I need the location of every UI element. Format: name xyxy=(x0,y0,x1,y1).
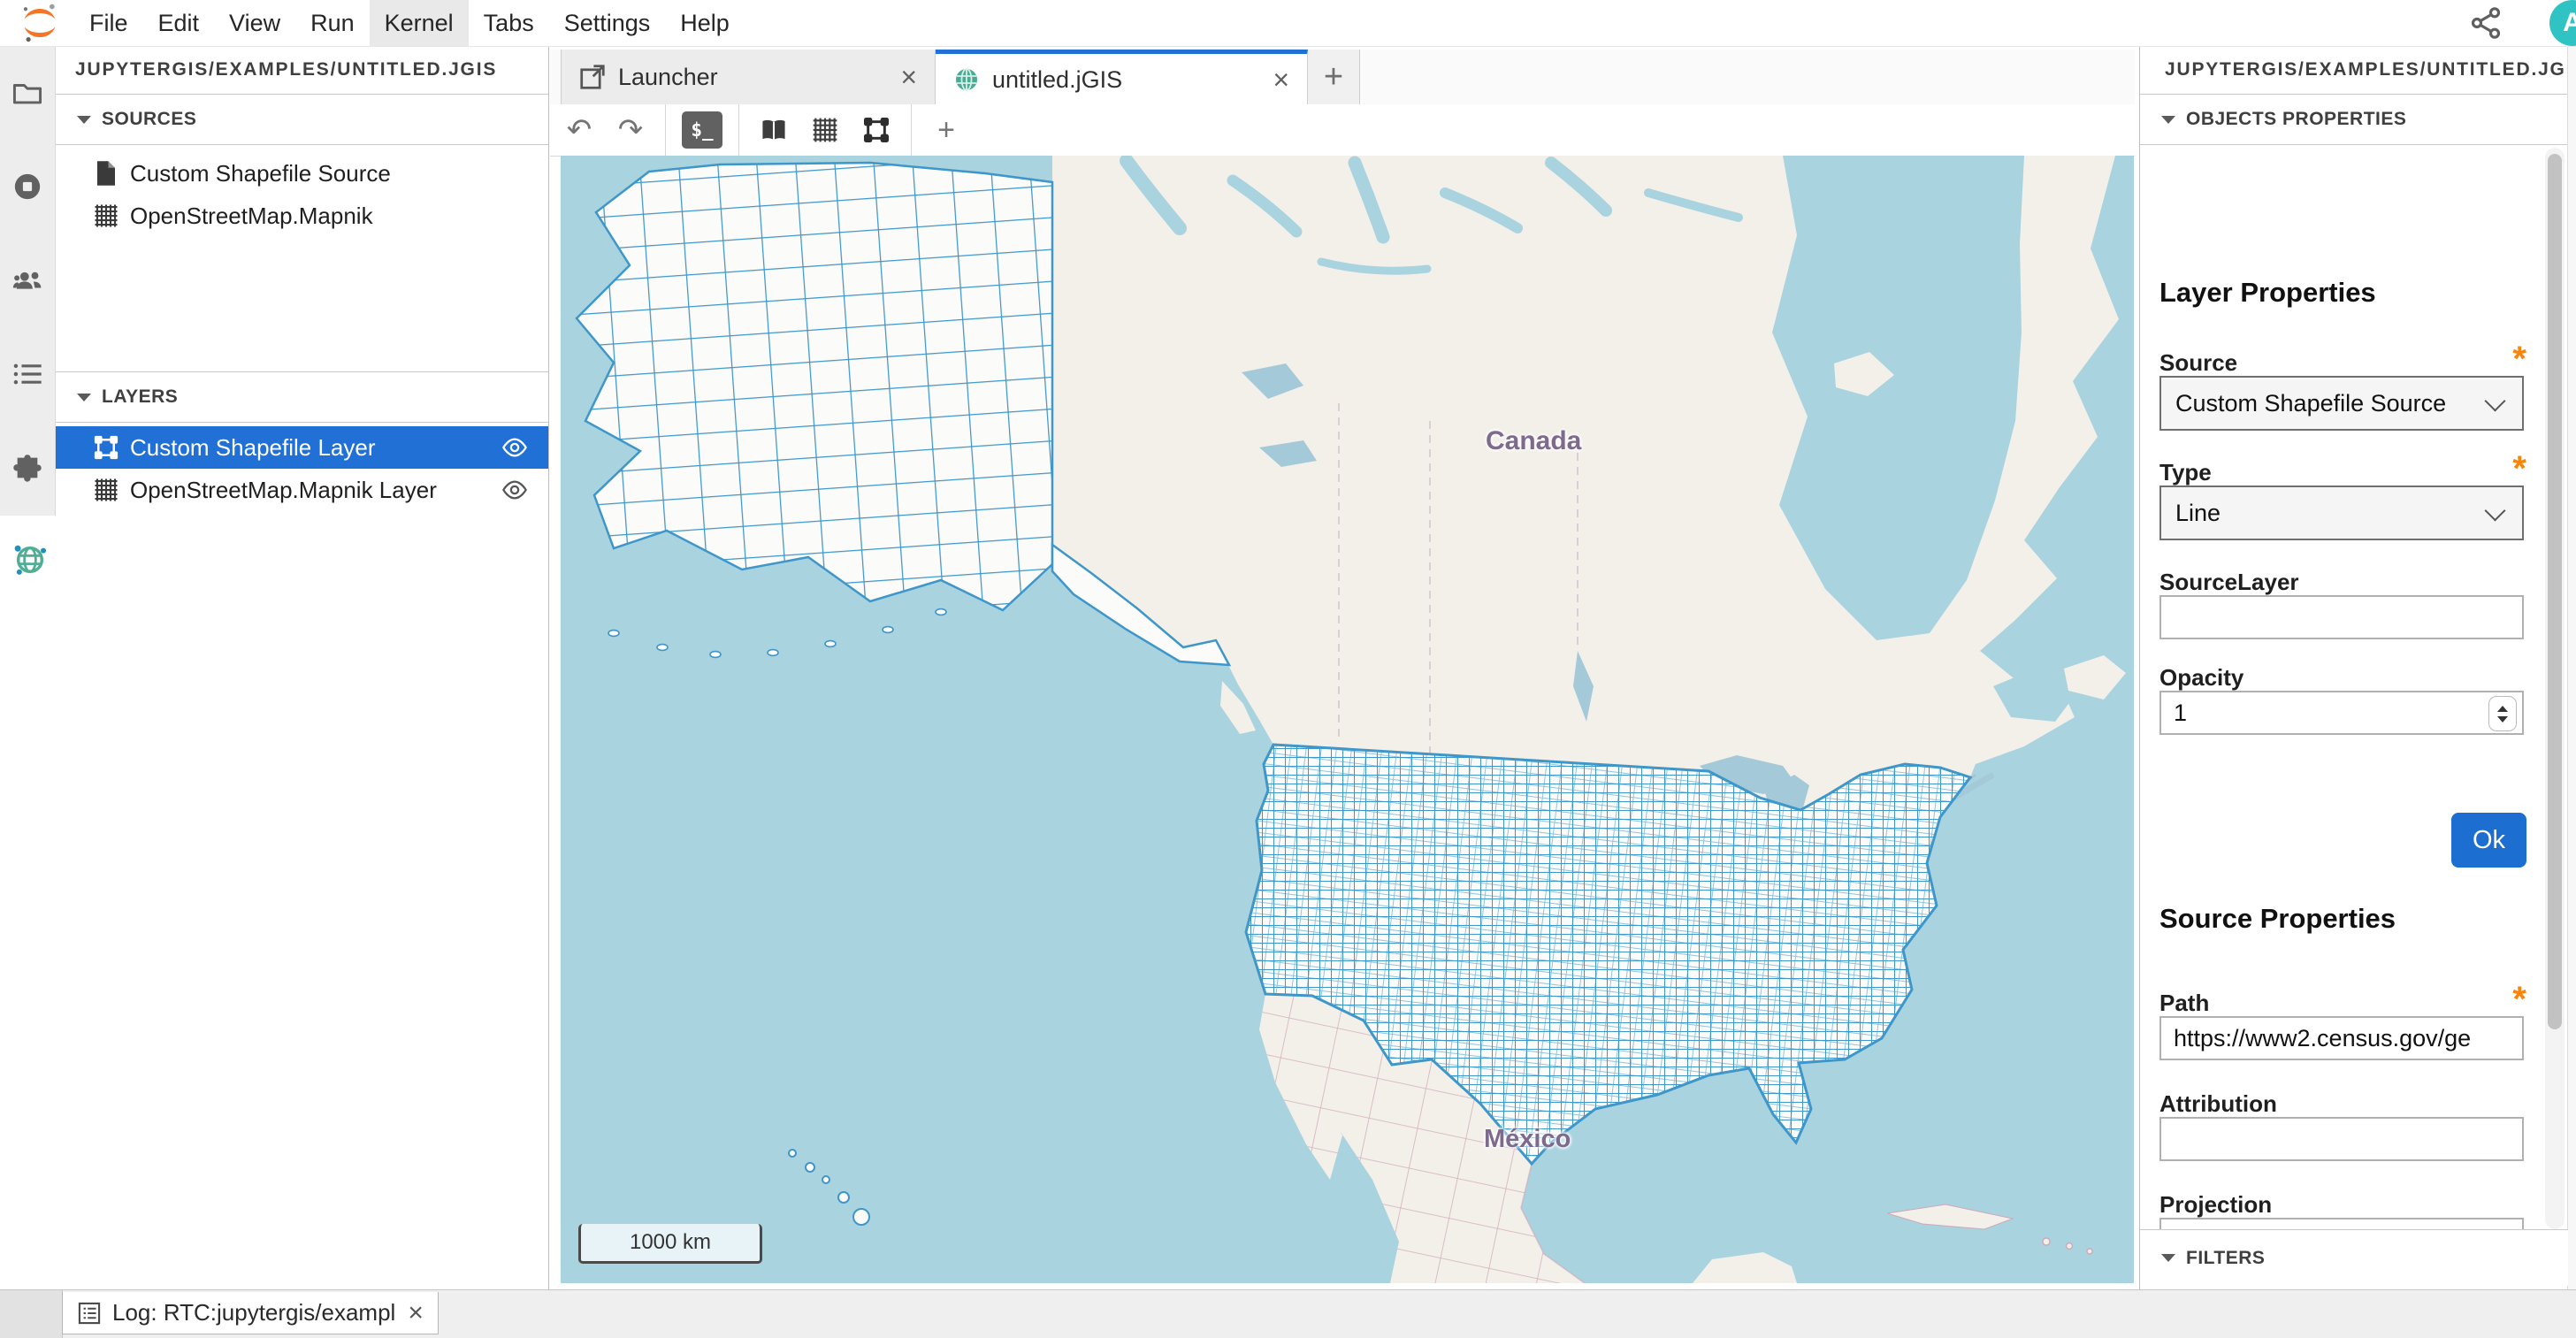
visibility-eye-icon[interactable] xyxy=(501,480,529,500)
chevron-down-icon xyxy=(2484,500,2505,521)
collaborators-icon[interactable] xyxy=(0,233,55,327)
jupyter-logo-icon xyxy=(21,3,58,43)
window-scrollbar-track[interactable] xyxy=(2567,0,2576,1337)
map-label-canada: Canada xyxy=(1486,426,1581,456)
vector-square-icon xyxy=(93,434,119,461)
layer-item-openstreetmap[interactable]: OpenStreetMap.Mapnik Layer xyxy=(56,469,548,511)
type-field-label: Type * xyxy=(2159,459,2526,486)
layers-section-header[interactable]: LAYERS xyxy=(56,371,548,423)
right-properties-panel: JUPYTERGIS/EXAMPLES/UNTITLED.JGIS OBJECT… xyxy=(2139,46,2568,1289)
projection-field-label: Projection xyxy=(2159,1191,2526,1219)
toolbar-separator xyxy=(665,104,666,156)
menu-run[interactable]: Run xyxy=(295,0,370,46)
type-select[interactable]: Line xyxy=(2159,486,2524,540)
opacity-field-label: Opacity xyxy=(2159,664,2526,692)
raster-grid-icon xyxy=(93,203,119,229)
attribution-field-label: Attribution xyxy=(2159,1090,2526,1118)
bottom-bar-corner xyxy=(0,1290,63,1338)
sourcelayer-field-label: SourceLayer xyxy=(2159,569,2526,596)
folder-icon[interactable] xyxy=(0,46,55,140)
jupytergis-globe-icon[interactable] xyxy=(11,539,50,580)
layer-item-custom-shapefile[interactable]: Custom Shapefile Layer xyxy=(56,426,548,469)
share-icon[interactable] xyxy=(2468,5,2503,41)
number-stepper[interactable] xyxy=(2488,696,2517,731)
map-scale-bar: 1000 km xyxy=(578,1224,762,1264)
chevron-down-icon xyxy=(77,116,91,124)
main-tab-bar: Launcher × untitled.jGIS × + xyxy=(550,50,2135,105)
source-item-openstreetmap[interactable]: OpenStreetMap.Mapnik xyxy=(56,195,548,237)
panel-scrollbar-thumb[interactable] xyxy=(2548,154,2562,1029)
globe-icon xyxy=(953,66,980,93)
file-icon xyxy=(93,160,119,187)
source-select[interactable]: Custom Shapefile Source xyxy=(2159,376,2524,431)
add-layer-button[interactable]: + xyxy=(926,110,967,150)
table-of-contents-icon[interactable] xyxy=(0,327,55,421)
undo-button[interactable]: ↶ xyxy=(559,110,600,150)
path-input[interactable] xyxy=(2159,1016,2524,1060)
chevron-down-icon xyxy=(77,394,91,401)
projection-input[interactable] xyxy=(2159,1218,2524,1229)
required-asterisk-icon: * xyxy=(2512,349,2526,369)
stepper-up-icon[interactable] xyxy=(2497,706,2508,712)
toolbar-separator xyxy=(738,104,739,156)
menu-file[interactable]: File xyxy=(74,0,143,46)
sources-list: Custom Shapefile Source OpenStreetMap.Ma… xyxy=(56,152,548,237)
visibility-eye-icon[interactable] xyxy=(501,438,529,457)
menu-view[interactable]: View xyxy=(214,0,295,46)
required-asterisk-icon: * xyxy=(2512,459,2526,478)
menu-settings[interactable]: Settings xyxy=(549,0,666,46)
map-canvas[interactable]: Canada México 1000 km xyxy=(561,156,2134,1283)
layer-properties-heading: Layer Properties xyxy=(2159,277,2376,309)
status-bottom-bar: Log: RTC:jupytergis/exampl × xyxy=(0,1289,2576,1338)
ok-button[interactable]: Ok xyxy=(2451,813,2526,868)
launcher-icon xyxy=(579,64,606,90)
filters-section-header[interactable]: FILTERS xyxy=(2140,1229,2568,1286)
tab-launcher[interactable]: Launcher × xyxy=(561,50,936,104)
log-list-icon xyxy=(77,1301,102,1326)
log-console-tab[interactable]: Log: RTC:jupytergis/exampl × xyxy=(62,1292,439,1334)
properties-form: Layer Properties Source * Custom Shapefi… xyxy=(2140,144,2568,1229)
right-panel-title: JUPYTERGIS/EXAMPLES/UNTITLED.JGIS xyxy=(2140,46,2568,95)
redo-button[interactable]: ↷ xyxy=(610,110,651,150)
toolbar-separator xyxy=(911,104,912,156)
close-icon[interactable]: × xyxy=(900,63,917,91)
vector-select-button[interactable] xyxy=(856,110,897,150)
close-icon[interactable]: × xyxy=(1273,65,1289,94)
sourcelayer-input[interactable] xyxy=(2159,595,2524,639)
tab-untitled-jgis[interactable]: untitled.jGIS × xyxy=(936,50,1308,105)
running-kernels-icon[interactable] xyxy=(0,140,55,233)
sources-section-header[interactable]: SOURCES xyxy=(56,95,548,145)
chevron-down-icon xyxy=(2484,390,2505,411)
new-tab-button[interactable]: + xyxy=(1308,50,1360,104)
left-panel-title: JUPYTERGIS/EXAMPLES/UNTITLED.JGIS xyxy=(56,46,548,95)
left-sidebar-panel: JUPYTERGIS/EXAMPLES/UNTITLED.JGIS SOURCE… xyxy=(56,46,549,1289)
source-item-custom-shapefile[interactable]: Custom Shapefile Source xyxy=(56,152,548,195)
menu-help[interactable]: Help xyxy=(665,0,745,46)
raster-grid-button[interactable] xyxy=(805,110,845,150)
raster-grid-icon xyxy=(93,477,119,503)
map-toolbar: ↶ ↷ $_ + xyxy=(550,104,2135,157)
menu-edit[interactable]: Edit xyxy=(143,0,215,46)
path-field-label: Path * xyxy=(2159,990,2526,1017)
objects-properties-section-header[interactable]: OBJECTS PROPERTIES xyxy=(2140,95,2568,145)
chevron-down-icon xyxy=(2161,116,2175,124)
extensions-puzzle-icon[interactable] xyxy=(0,421,55,515)
opacity-input[interactable] xyxy=(2159,691,2524,735)
attribution-input[interactable] xyxy=(2159,1117,2524,1161)
close-icon[interactable]: × xyxy=(408,1300,424,1327)
console-button[interactable]: $_ xyxy=(682,111,722,149)
activity-bar xyxy=(0,46,56,516)
chevron-down-icon xyxy=(2161,1254,2175,1262)
stepper-down-icon[interactable] xyxy=(2497,716,2508,723)
menu-kernel[interactable]: Kernel xyxy=(370,0,469,46)
menu-tabs[interactable]: Tabs xyxy=(469,0,549,46)
identify-book-button[interactable] xyxy=(753,110,794,150)
source-field-label: Source * xyxy=(2159,349,2526,377)
menu-bar: File Edit View Run Kernel Tabs Settings … xyxy=(0,0,2576,47)
required-asterisk-icon: * xyxy=(2512,990,2526,1009)
map-render xyxy=(561,156,2134,1283)
map-label-mexico: México xyxy=(1484,1125,1571,1154)
source-properties-heading: Source Properties xyxy=(2159,903,2396,935)
avatar[interactable]: A xyxy=(2549,0,2576,46)
